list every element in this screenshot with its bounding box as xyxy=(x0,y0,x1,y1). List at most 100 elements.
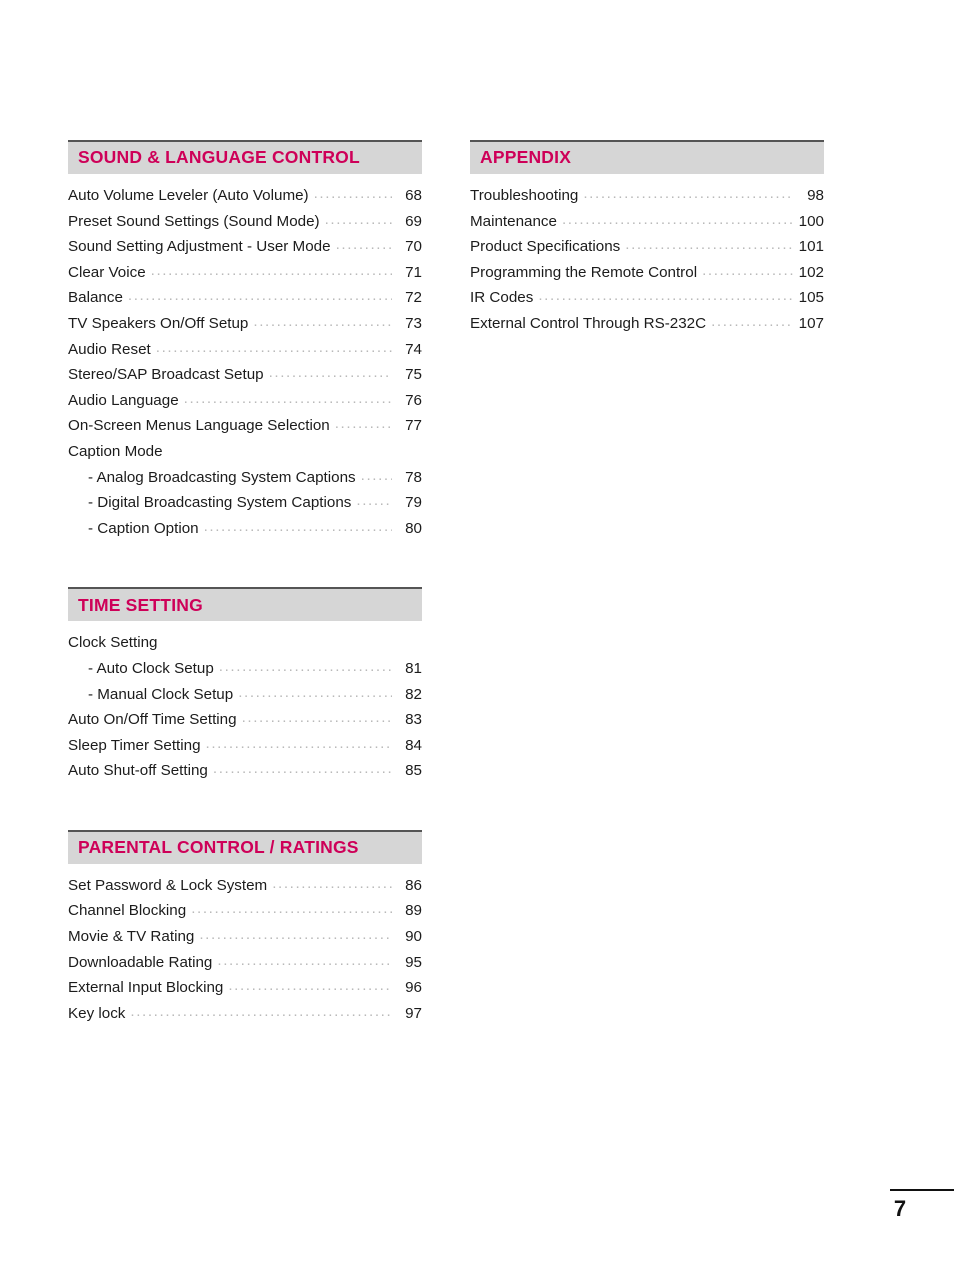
toc-entry-page: 83 xyxy=(405,711,422,729)
toc-section: PARENTAL CONTROL / RATINGS Set Password &… xyxy=(68,829,422,1027)
toc-entry-label: Channel Blocking xyxy=(68,902,187,920)
toc-entry[interactable]: Product Specifications 101 xyxy=(470,234,824,260)
toc-entry-page: 69 xyxy=(405,212,422,230)
toc-entry-label: Auto Shut-off Setting xyxy=(68,762,208,780)
toc-entry[interactable]: Movie & TV Rating 90 xyxy=(68,924,422,950)
toc-entry[interactable]: - Digital Broadcasting System Captions 79 xyxy=(68,490,422,516)
toc-entry-page: 75 xyxy=(405,366,422,384)
toc-entry[interactable]: Clock Setting xyxy=(68,630,422,656)
toc-entry-page: 71 xyxy=(405,263,422,281)
toc-entry[interactable]: Maintenance 100 xyxy=(470,209,824,235)
toc-entry-list: Set Password & Lock System 86 Channel Bloc… xyxy=(68,864,422,1027)
toc-leader-dots xyxy=(162,630,422,656)
toc-entry[interactable]: Troubleshooting 98 xyxy=(470,183,824,209)
toc-columns: SOUND & LANGUAGE CONTROL Auto Volume Leve… xyxy=(68,140,886,1072)
toc-section: TIME SETTING Clock Setting - Auto Clock Se… xyxy=(68,587,422,784)
toc-entry[interactable]: Key lock 97 xyxy=(68,1001,422,1027)
toc-leader-dots xyxy=(168,439,422,465)
toc-entry[interactable]: Channel Blocking 89 xyxy=(68,898,422,924)
toc-entry-page: 80 xyxy=(405,519,422,537)
toc-leader-dots xyxy=(272,873,392,899)
toc-entry-label: - Caption Option xyxy=(88,519,199,537)
toc-entry-page: 85 xyxy=(405,762,422,780)
toc-leader-dots xyxy=(204,516,392,542)
toc-entry[interactable]: Auto On/Off Time Setting 83 xyxy=(68,707,422,733)
toc-entry-label: Clock Setting xyxy=(68,634,158,652)
toc-entry-page: 84 xyxy=(405,736,422,754)
toc-entry[interactable]: - Manual Clock Setup 82 xyxy=(68,682,422,708)
toc-leader-dots xyxy=(583,183,794,209)
toc-entry[interactable]: On-Screen Menus Language Selection 77 xyxy=(68,413,422,439)
toc-entry-label: Stereo/SAP Broadcast Setup xyxy=(68,366,264,384)
toc-leader-dots xyxy=(711,311,794,337)
toc-entry[interactable]: Clear Voice 71 xyxy=(68,260,422,286)
toc-entry-page: 96 xyxy=(405,979,422,997)
toc-entry-page: 100 xyxy=(798,212,824,230)
toc-entry-page: 98 xyxy=(807,187,824,204)
section-header: TIME SETTING xyxy=(68,587,422,622)
toc-entry-page: 97 xyxy=(405,1004,422,1022)
toc-entry-page: 78 xyxy=(405,468,422,486)
toc-entry[interactable]: Preset Sound Settings (Sound Mode) 69 xyxy=(68,209,422,235)
toc-leader-dots xyxy=(213,758,392,784)
toc-entry[interactable]: Programming the Remote Control 102 xyxy=(470,260,824,286)
toc-entry[interactable]: Stereo/SAP Broadcast Setup 75 xyxy=(68,362,422,388)
toc-entry[interactable]: IR Codes 105 xyxy=(470,285,824,311)
left-column: SOUND & LANGUAGE CONTROL Auto Volume Leve… xyxy=(68,140,422,1072)
toc-entry[interactable]: Auto Volume Leveler (Auto Volume) 68 xyxy=(68,183,422,209)
toc-leader-dots xyxy=(335,413,392,439)
toc-entry-label: Troubleshooting xyxy=(470,187,579,204)
toc-entry-label: Set Password & Lock System xyxy=(68,876,268,894)
toc-entry[interactable]: Set Password & Lock System 86 xyxy=(68,873,422,899)
toc-leader-dots xyxy=(625,234,794,260)
toc-entry-page: 72 xyxy=(405,289,422,307)
toc-entry-page: 73 xyxy=(405,314,422,332)
toc-leader-dots xyxy=(238,682,392,708)
toc-entry[interactable]: TV Speakers On/Off Setup 73 xyxy=(68,311,422,337)
toc-entry[interactable]: Sleep Timer Setting 84 xyxy=(68,733,422,759)
toc-leader-dots xyxy=(128,285,392,311)
toc-entry[interactable]: - Analog Broadcasting System Captions 78 xyxy=(68,465,422,491)
toc-leader-dots xyxy=(269,362,392,388)
toc-entry[interactable]: Balance 72 xyxy=(68,285,422,311)
toc-entry[interactable]: Audio Reset 74 xyxy=(68,337,422,363)
toc-entry-page: 90 xyxy=(405,928,422,946)
toc-entry-label: - Digital Broadcasting System Captions xyxy=(88,494,352,512)
toc-leader-dots xyxy=(184,388,392,414)
toc-leader-dots xyxy=(538,285,794,311)
toc-entry-label: On-Screen Menus Language Selection xyxy=(68,417,330,435)
toc-entry[interactable]: - Auto Clock Setup 81 xyxy=(68,656,422,682)
toc-entry[interactable]: Audio Language 76 xyxy=(68,388,422,414)
toc-entry-label: Balance xyxy=(68,289,123,307)
toc-entry-label: IR Codes xyxy=(470,289,534,307)
toc-leader-dots xyxy=(562,209,794,235)
toc-entry-label: TV Speakers On/Off Setup xyxy=(68,314,249,332)
toc-entry-label: Downloadable Rating xyxy=(68,953,213,971)
toc-section: SOUND & LANGUAGE CONTROL Auto Volume Leve… xyxy=(68,140,422,541)
toc-leader-dots xyxy=(191,898,392,924)
toc-entry-page: 74 xyxy=(405,340,422,358)
toc-page: SOUND & LANGUAGE CONTROL Auto Volume Leve… xyxy=(0,0,954,1272)
toc-entry-label: - Manual Clock Setup xyxy=(88,685,234,703)
toc-entry-list: Auto Volume Leveler (Auto Volume) 68 Prese… xyxy=(68,174,422,541)
toc-entry[interactable]: Caption Mode xyxy=(68,439,422,465)
toc-entry-label: Programming the Remote Control xyxy=(470,263,698,281)
toc-leader-dots xyxy=(325,209,392,235)
toc-entry[interactable]: Downloadable Rating 95 xyxy=(68,950,422,976)
toc-entry[interactable]: External Input Blocking 96 xyxy=(68,975,422,1001)
toc-entry-label: Auto Volume Leveler (Auto Volume) xyxy=(68,187,309,204)
toc-leader-dots xyxy=(130,1001,392,1027)
toc-entry[interactable]: External Control Through RS-232C 107 xyxy=(470,311,824,337)
toc-entry-label: - Analog Broadcasting System Captions xyxy=(88,468,356,486)
toc-leader-dots xyxy=(217,950,392,976)
toc-entry[interactable]: Sound Setting Adjustment - User Mode 70 xyxy=(68,234,422,260)
toc-entry-page: 102 xyxy=(798,263,824,281)
toc-entry-label: Auto On/Off Time Setting xyxy=(68,711,237,729)
toc-leader-dots xyxy=(314,183,392,209)
toc-entry-label: - Auto Clock Setup xyxy=(88,659,214,677)
page-number: 7 xyxy=(893,1196,907,1221)
toc-entry[interactable]: Auto Shut-off Setting 85 xyxy=(68,758,422,784)
toc-entry[interactable]: - Caption Option 80 xyxy=(68,516,422,542)
section-header: SOUND & LANGUAGE CONTROL xyxy=(68,140,422,174)
toc-entry-label: Audio Language xyxy=(68,391,179,409)
